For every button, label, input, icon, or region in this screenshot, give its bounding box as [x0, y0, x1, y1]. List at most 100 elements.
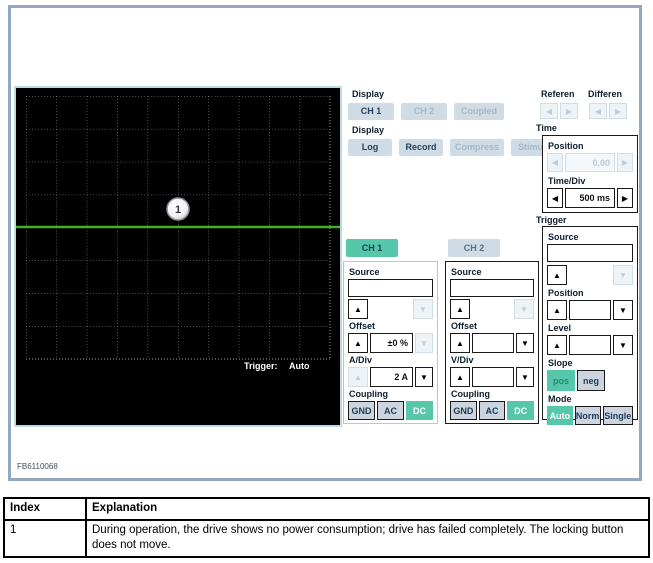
- ch1-adiv-up-button: ▲: [348, 367, 368, 387]
- display-mode-buttons: Log Record Compress Stimuli: [348, 139, 555, 156]
- spin-up-icon: ▲: [354, 339, 362, 348]
- difference-label: Differen: [588, 89, 622, 99]
- ch1-tab[interactable]: CH 1: [346, 239, 398, 257]
- ch1-offset-row: ▲ ±0 % ▼: [348, 333, 433, 353]
- arrow-group-gap: [580, 103, 587, 119]
- ch1-source-up-button[interactable]: ▲: [348, 299, 368, 319]
- spin-row-spacer: [569, 265, 611, 285]
- reference-label: Referen: [541, 89, 575, 99]
- trigger-level-up-button[interactable]: ▲: [547, 335, 567, 355]
- spin-down-icon: ▼: [420, 339, 428, 348]
- spin-up-icon: ▲: [553, 341, 561, 350]
- ch1-offset-field[interactable]: ±0 %: [370, 333, 413, 353]
- ch1-adiv-field[interactable]: 2 A: [370, 367, 413, 387]
- ch2-offset-down-button[interactable]: ▼: [516, 333, 534, 353]
- arrow-right-icon: ▶: [622, 158, 628, 167]
- trigger-position-up-button[interactable]: ▲: [547, 300, 567, 320]
- trigger-source-down-button: ▼: [613, 265, 633, 285]
- spin-down-icon: ▼: [619, 271, 627, 280]
- trigger-source-up-button[interactable]: ▲: [547, 265, 567, 285]
- spin-up-icon: ▲: [553, 306, 561, 315]
- spin-up-icon: ▲: [354, 305, 362, 314]
- ch1-coupling-label: Coupling: [349, 389, 433, 399]
- oscilloscope-display: 1 Trigger: Auto: [14, 86, 342, 427]
- ch2-offset-up-button[interactable]: ▲: [450, 333, 470, 353]
- spin-up-icon: ▲: [354, 373, 362, 382]
- trigger-position-field[interactable]: [569, 300, 611, 320]
- spin-row-spacer: [472, 299, 512, 319]
- log-button[interactable]: Log: [348, 139, 392, 156]
- ch2-source-label: Source: [451, 267, 534, 277]
- ch1-adiv-down-button[interactable]: ▼: [415, 367, 433, 387]
- ch2-ac-button[interactable]: AC: [479, 401, 506, 420]
- spin-up-icon: ▲: [456, 373, 464, 382]
- display-mode-label: Display: [352, 125, 384, 135]
- trigger-source-field[interactable]: [547, 244, 633, 262]
- explanation-table: Index Explanation 1 During operation, th…: [3, 497, 650, 558]
- trigger-mode-row: Auto Norm Single: [547, 406, 633, 426]
- ch2-display-button: CH 2: [401, 103, 447, 120]
- ch1-dc-button[interactable]: DC: [406, 401, 433, 420]
- arrow-right-icon: ▶: [615, 107, 621, 116]
- ch2-source-up-button[interactable]: ▲: [450, 299, 470, 319]
- ch1-source-field[interactable]: [348, 279, 433, 297]
- spin-up-icon: ▲: [553, 271, 561, 280]
- screen: 1 Trigger: Auto Display CH 1 CH 2 Couple…: [0, 0, 653, 563]
- spin-down-icon: ▼: [521, 373, 529, 382]
- arrow-left-icon: ◀: [595, 107, 601, 116]
- ch1-gnd-button[interactable]: GND: [348, 401, 375, 420]
- trigger-level-field[interactable]: [569, 335, 611, 355]
- ch1-adiv-row: ▲ 2 A ▼: [348, 367, 433, 387]
- display-channel-label: Display: [352, 89, 384, 99]
- ch2-dc-button[interactable]: DC: [507, 401, 534, 420]
- trigger-section-label: Trigger: [536, 215, 567, 225]
- mode-auto-button[interactable]: Auto: [547, 406, 573, 425]
- difference-next-button: ▶: [609, 103, 627, 119]
- slope-pos-button[interactable]: pos: [547, 370, 575, 391]
- time-div-right-button[interactable]: ▶: [617, 188, 633, 208]
- trigger-slope-label: Slope: [548, 358, 633, 368]
- ch2-vdiv-label: V/Div: [451, 355, 534, 365]
- time-section-label: Time: [536, 123, 557, 133]
- spin-down-icon: ▼: [521, 339, 529, 348]
- ch2-gnd-button[interactable]: GND: [450, 401, 477, 420]
- slope-neg-button[interactable]: neg: [577, 370, 605, 391]
- spin-down-icon: ▼: [619, 341, 627, 350]
- scope-canvas: 1 Trigger: Auto: [16, 88, 340, 425]
- ch1-source-label: Source: [349, 267, 433, 277]
- spin-up-icon: ▲: [456, 339, 464, 348]
- compress-button: Compress: [450, 139, 504, 156]
- ch1-offset-up-button[interactable]: ▲: [348, 333, 368, 353]
- trigger-mode-label: Mode: [548, 394, 633, 404]
- time-div-value[interactable]: 500 ms: [565, 188, 615, 208]
- ch2-source-field[interactable]: [450, 279, 534, 297]
- trigger-level-down-button[interactable]: ▼: [613, 335, 633, 355]
- mode-norm-button[interactable]: Norm: [575, 406, 601, 425]
- trigger-slope-row: pos neg: [547, 370, 633, 391]
- ch2-offset-field[interactable]: [472, 333, 514, 353]
- time-position-left-button: ◀: [547, 153, 563, 172]
- trigger-position-down-button[interactable]: ▼: [613, 300, 633, 320]
- ch2-vdiv-up-button[interactable]: ▲: [450, 367, 470, 387]
- time-div-left-button[interactable]: ◀: [547, 188, 563, 208]
- figure-frame: 1 Trigger: Auto Display CH 1 CH 2 Couple…: [8, 5, 642, 481]
- difference-prev-button: ◀: [589, 103, 607, 119]
- trigger-group: Source ▲ ▼ Position ▲ ▼ Level ▲ ▼ Slope: [542, 226, 638, 420]
- ch2-source-down-button: ▼: [514, 299, 534, 319]
- time-group: Position ◀ 0,00 ▶ Time/Div ◀ 500 ms ▶: [542, 135, 638, 213]
- trigger-source-spin-row: ▲ ▼: [547, 265, 633, 285]
- table-header-row: Index Explanation: [4, 498, 649, 520]
- ch2-vdiv-field[interactable]: [472, 367, 514, 387]
- ch1-coupling-row: GND AC DC: [348, 401, 433, 420]
- explanation-column-header: Explanation: [86, 498, 649, 520]
- ch2-tab[interactable]: CH 2: [448, 239, 500, 257]
- ch2-vdiv-down-button[interactable]: ▼: [516, 367, 534, 387]
- explanation-cell: During operation, the drive shows no pow…: [86, 520, 649, 557]
- spin-down-icon: ▼: [520, 305, 528, 314]
- ch1-display-button[interactable]: CH 1: [348, 103, 394, 120]
- mode-single-button[interactable]: Single: [603, 406, 634, 425]
- time-position-right-button: ▶: [617, 153, 633, 172]
- trigger-level-label: Level: [548, 323, 633, 333]
- record-button[interactable]: Record: [399, 139, 443, 156]
- ch1-ac-button[interactable]: AC: [377, 401, 404, 420]
